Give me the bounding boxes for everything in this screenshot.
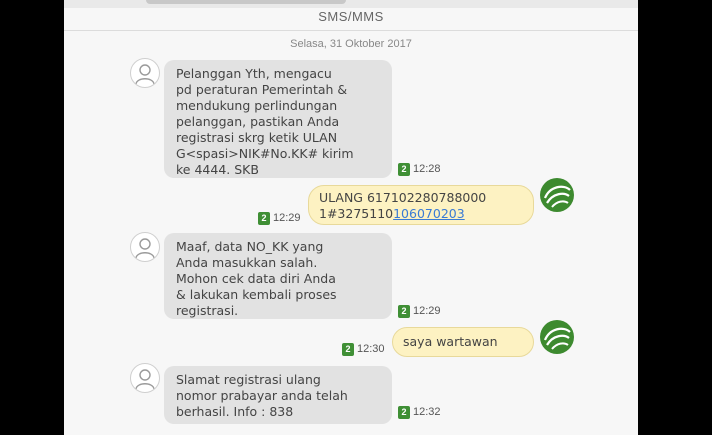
status-bar-remnant (64, 0, 638, 8)
message-2-timestamp: 2 12:29 (258, 212, 301, 225)
sender-avatar-icon[interactable] (130, 363, 160, 393)
incoming-message-5[interactable]: Slamat registrasi ulang nomor prabayar a… (164, 366, 392, 424)
message-4-timestamp: 2 12:30 (342, 343, 385, 356)
left-letterbox (0, 0, 64, 435)
message-1-timestamp: 2 12:28 (398, 163, 441, 176)
message-3-timestamp: 2 12:29 (398, 305, 441, 318)
message-5-timestamp: 2 12:32 (398, 406, 441, 419)
user-avatar-icon[interactable] (540, 320, 574, 354)
conversation-title: SMS/MMS (318, 9, 384, 24)
date-separator: Selasa, 31 Oktober 2017 (290, 38, 412, 50)
sim-2-icon: 2 (398, 406, 410, 419)
sim-2-icon: 2 (398, 305, 410, 318)
incoming-message-1[interactable]: Pelanggan Yth, mengacu pd peraturan Peme… (164, 60, 392, 178)
outgoing-message-2[interactable]: ULANG 617102280788000 1#3275110106070203 (308, 185, 534, 225)
sim-2-icon: 2 (258, 212, 270, 225)
sender-avatar-icon[interactable] (130, 58, 160, 88)
sim-2-icon: 2 (398, 163, 410, 176)
sender-avatar-icon[interactable] (130, 232, 160, 262)
user-avatar-icon[interactable] (540, 178, 574, 212)
sim-2-icon: 2 (342, 343, 354, 356)
incoming-message-3[interactable]: Maaf, data NO_KK yang Anda masukkan sala… (164, 233, 392, 319)
outgoing-message-4[interactable]: saya wartawan (392, 327, 534, 357)
right-letterbox (638, 0, 712, 435)
header-divider (64, 30, 638, 31)
sms-conversation-screen: SMS/MMS Selasa, 31 Oktober 2017 Pelangga… (64, 0, 638, 435)
phone-number-link[interactable]: 106070203 (393, 206, 465, 221)
